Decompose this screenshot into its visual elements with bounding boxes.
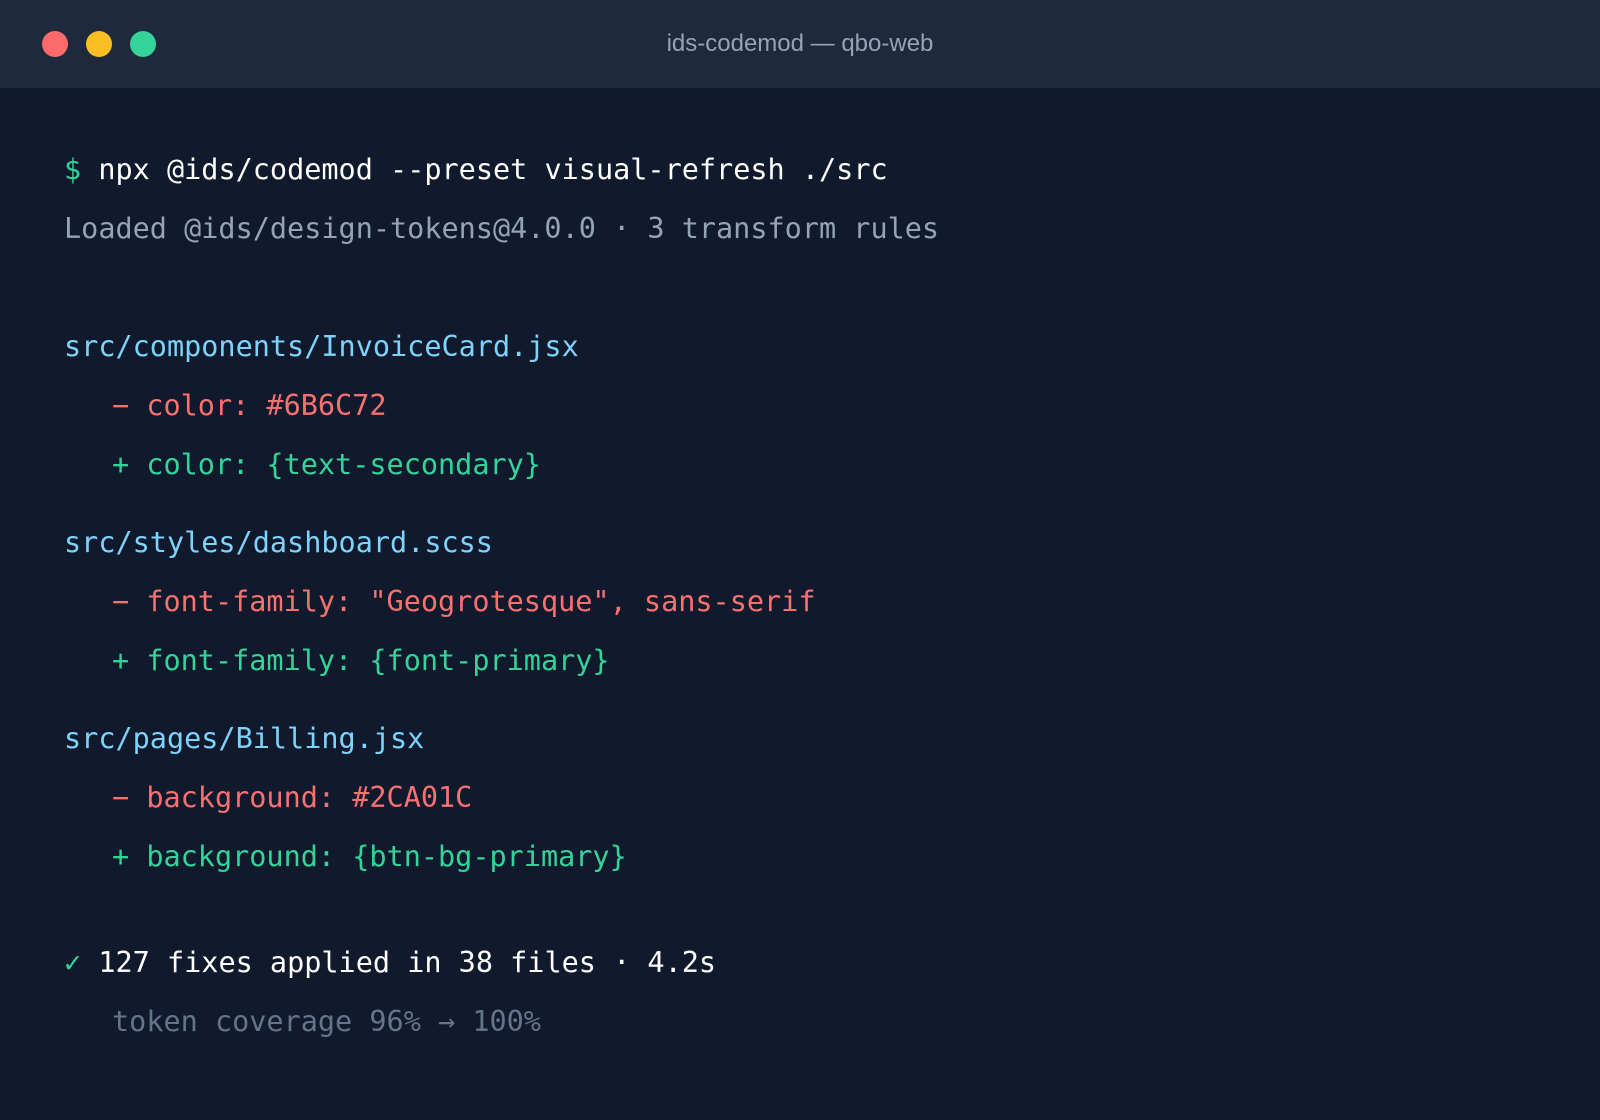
added-line: + font-family: {font-primary} <box>112 644 610 677</box>
terminal-window: ids-codemod — qbo-web $ npx @ids/codemod… <box>0 0 1600 1120</box>
removed-line: − color: #6B6C72 <box>112 389 387 422</box>
command-line: $ npx @ids/codemod --preset visual-refre… <box>64 153 888 186</box>
title-bar: ids-codemod — qbo-web <box>0 0 1600 88</box>
check-icon: ✓ <box>64 946 82 979</box>
file-path: src/pages/Billing.jsx <box>64 722 425 755</box>
file-path: src/styles/dashboard.scss <box>64 526 493 559</box>
command-text: npx @ids/codemod --preset visual-refresh… <box>98 153 888 186</box>
file-path: src/components/InvoiceCard.jsx <box>64 330 579 363</box>
summary-line: ✓ 127 fixes applied in 38 files · 4.2s <box>64 946 717 979</box>
prompt-symbol: $ <box>64 153 82 186</box>
window-title: ids-codemod — qbo-web <box>666 30 934 57</box>
removed-line: − background: #2CA01C <box>112 781 473 814</box>
removed-line: − font-family: "Geogrotesque", sans-seri… <box>112 585 816 618</box>
summary-text: 127 fixes applied in 38 files · 4.2s <box>98 946 717 979</box>
added-line: + background: {btn-bg-primary} <box>112 840 627 873</box>
terminal-output: $ npx @ids/codemod --preset visual-refre… <box>64 88 1560 1035</box>
added-line: + color: {text-secondary} <box>112 448 541 481</box>
loaded-message: Loaded @ids/design-tokens@4.0.0 · 3 tran… <box>64 212 940 245</box>
coverage-text: token coverage 96% → 100% <box>112 1005 541 1038</box>
